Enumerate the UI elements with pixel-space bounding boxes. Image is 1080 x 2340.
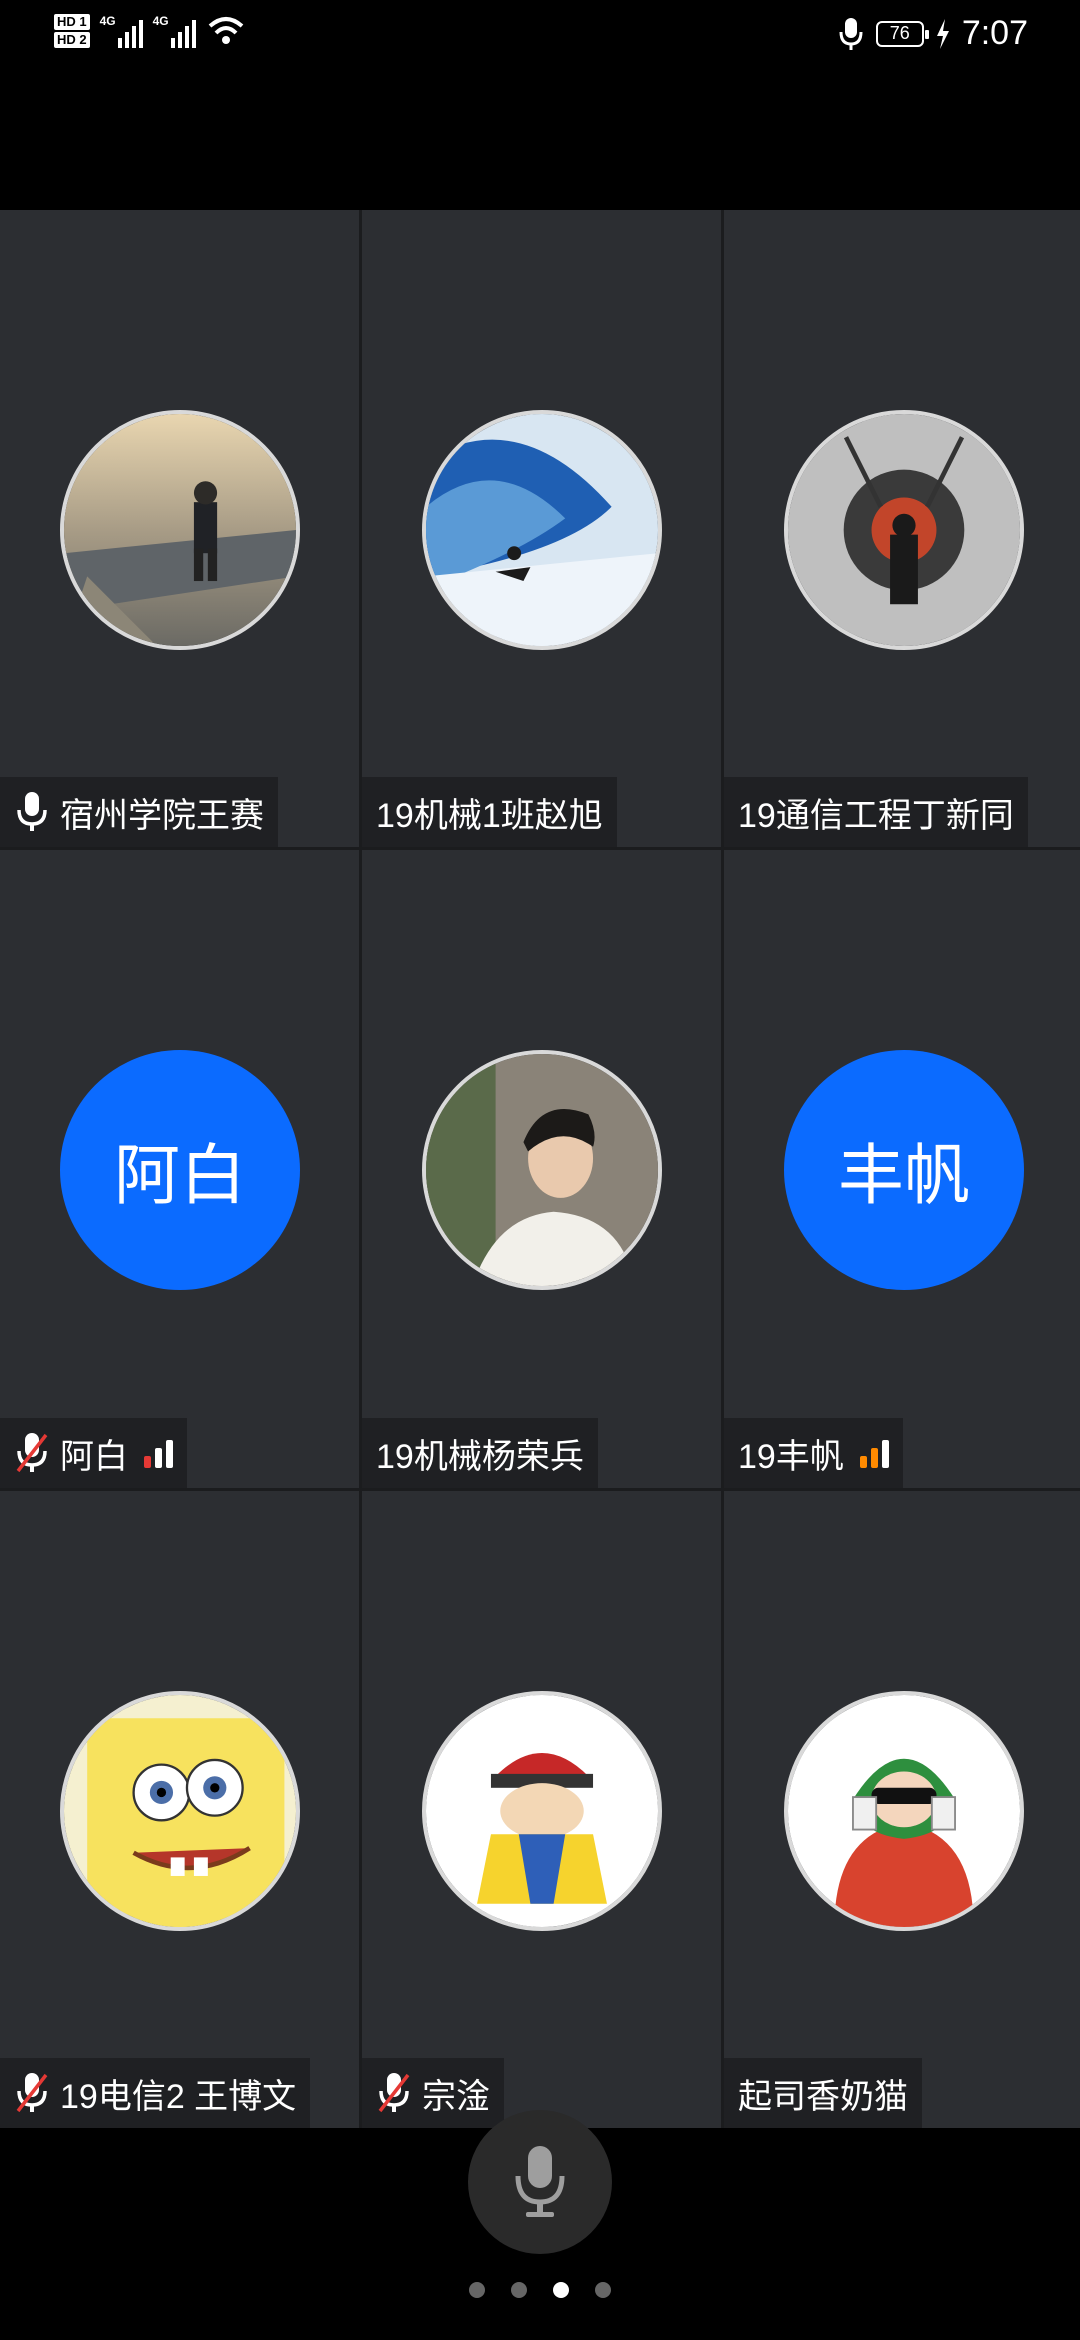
participant-label: 起司香奶猫: [724, 2058, 922, 2128]
avatar: [60, 1691, 300, 1931]
avatar-photo-surf: [426, 414, 658, 646]
avatar: [422, 1691, 662, 1931]
participant-label: 19电信2 王博文: [0, 2058, 311, 2128]
avatar-initials: 阿白: [114, 1138, 246, 1212]
signal-2-icon: 4G: [153, 14, 196, 48]
participant-grid: 宿州学院王赛 19机械1班赵旭 19通信工程丁新同 阿白 阿白 19机械杨荣兵 …: [0, 210, 1080, 2128]
avatar-cartoon-girl: [788, 1695, 1020, 1927]
participant-label: 阿白: [0, 1418, 187, 1488]
avatar: 丰帆: [784, 1050, 1024, 1290]
avatar-photo-dark: [788, 414, 1020, 646]
avatar: [784, 410, 1024, 650]
participant-name: 19机械1班赵旭: [376, 796, 603, 835]
mic-muted-icon: [16, 2073, 48, 2113]
mic-muted-icon: [16, 1433, 48, 1473]
avatar-cartoon-sponge: [64, 1695, 296, 1927]
avatar-photo-portrait: [426, 1054, 658, 1286]
clock: 7:07: [961, 14, 1028, 52]
participant-tile[interactable]: 丰帆 19丰帆: [724, 850, 1080, 1488]
participant-tile[interactable]: 19机械1班赵旭: [362, 210, 721, 847]
avatar-photo-road: [64, 414, 296, 646]
participant-tile[interactable]: 阿白 阿白: [0, 850, 359, 1488]
page-dot[interactable]: [595, 2282, 611, 2298]
sim1-label: HD 1: [54, 14, 90, 30]
page-dot[interactable]: [469, 2282, 485, 2298]
participant-tile[interactable]: 起司香奶猫: [724, 1491, 1080, 2128]
page-indicator[interactable]: [0, 2282, 1080, 2298]
participant-name: 19丰帆: [738, 1437, 844, 1476]
avatar-initials: 丰帆: [838, 1138, 970, 1212]
participant-tile[interactable]: 19电信2 王博文: [0, 1491, 359, 2128]
participant-name: 阿白: [60, 1437, 128, 1476]
mic-status-icon: [839, 17, 863, 50]
sim-indicators: HD 1 HD 2: [54, 14, 90, 48]
participant-tile[interactable]: 宿州学院王赛: [0, 210, 359, 847]
avatar-cartoon-emperor: [426, 1695, 658, 1927]
participant-name: 起司香奶猫: [738, 2077, 908, 2116]
charging-icon: [936, 18, 949, 49]
participant-tile[interactable]: 宗淦: [362, 1491, 721, 2128]
sim2-label: HD 2: [54, 32, 90, 48]
mic-toggle-button[interactable]: [468, 2110, 612, 2254]
avatar: [784, 1691, 1024, 1931]
participant-label: 19机械杨荣兵: [362, 1418, 598, 1488]
avatar: [422, 410, 662, 650]
participant-label: 宗淦: [362, 2058, 504, 2128]
participant-name: 宿州学院王赛: [60, 796, 264, 835]
participant-name: 宗淦: [422, 2077, 490, 2116]
wifi-icon: [208, 17, 243, 44]
mic-muted-icon: [378, 2073, 410, 2113]
participant-label: 宿州学院王赛: [0, 777, 278, 847]
mic-icon: [17, 792, 47, 831]
signal-1-icon: 4G: [100, 14, 143, 48]
participant-name: 19电信2 王博文: [60, 2077, 297, 2116]
participant-tile[interactable]: 19通信工程丁新同: [724, 210, 1080, 847]
bottom-controls: [0, 2110, 1080, 2340]
page-dot-active[interactable]: [553, 2282, 569, 2298]
avatar: 阿白: [60, 1050, 300, 1290]
signal-strength-icon: [859, 1438, 889, 1468]
participant-label: 19通信工程丁新同: [724, 777, 1028, 847]
status-bar: HD 1 HD 2 4G 4G 76 7:07: [0, 0, 1080, 72]
microphone-icon: [515, 2146, 565, 2217]
participant-label: 19丰帆: [724, 1418, 903, 1488]
participant-label: 19机械1班赵旭: [362, 777, 617, 847]
page-dot[interactable]: [511, 2282, 527, 2298]
participant-name: 19机械杨荣兵: [376, 1437, 584, 1476]
participant-name: 19通信工程丁新同: [738, 796, 1014, 835]
battery-icon: 76: [875, 20, 929, 47]
participant-tile[interactable]: 19机械杨荣兵: [362, 850, 721, 1488]
avatar: [422, 1050, 662, 1290]
signal-strength-icon: [144, 1438, 173, 1468]
avatar: [60, 410, 300, 650]
battery-level: 76: [889, 23, 910, 43]
